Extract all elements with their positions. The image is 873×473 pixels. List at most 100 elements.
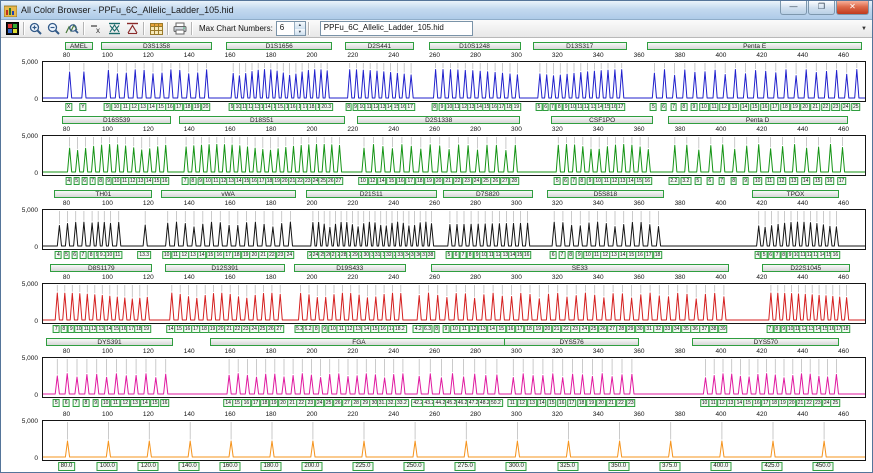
- maximize-button[interactable]: ❐: [808, 1, 835, 15]
- allele-label: 9: [321, 325, 329, 333]
- data-table-icon[interactable]: [147, 21, 165, 36]
- allele-label: 28: [616, 325, 627, 333]
- allele-label: 4: [65, 177, 72, 185]
- electropherogram-green[interactable]: [42, 135, 866, 176]
- allele-label: 15: [812, 177, 823, 185]
- file-selector-combobox[interactable]: PPFu_6C_Allelic_Ladder_105.hid: [319, 21, 473, 36]
- allele-label: 29: [625, 325, 636, 333]
- size-label: 160.0: [219, 462, 241, 471]
- x-tick-label: 320: [551, 348, 563, 355]
- x-tick-label: 440: [797, 52, 809, 59]
- allele-label: X: [64, 103, 73, 111]
- marker-label-TPOX: TPOX: [751, 190, 840, 198]
- allele-label: 7: [52, 325, 60, 333]
- marker-label-D8S1179: D8S1179: [50, 264, 153, 272]
- allele-label: 22: [616, 399, 626, 407]
- marker-label-D2S441: D2S441: [344, 42, 415, 50]
- allele-label: 17: [515, 325, 525, 333]
- x-tick-label: 160: [224, 200, 236, 207]
- x-tick-label: 340: [592, 200, 604, 207]
- allele-label: 24: [579, 325, 590, 333]
- x-tick-label: 460: [838, 348, 850, 355]
- toolbar-separator: [23, 22, 25, 35]
- allele-label: 13: [729, 103, 740, 111]
- x-tick-label: 100: [101, 126, 113, 133]
- allele-label: 8: [773, 325, 781, 333]
- x-tick-label: 380: [674, 126, 686, 133]
- allele-label: 12: [367, 177, 378, 185]
- allele-label: 15: [150, 399, 160, 407]
- x-tick-label: 420: [756, 274, 768, 281]
- x-tick-label: 100: [101, 411, 113, 418]
- allele-label: 5: [650, 103, 657, 111]
- size-label: 375.0: [659, 462, 681, 471]
- x-tick-label: 400: [715, 348, 727, 355]
- close-button[interactable]: ✕: [836, 1, 869, 15]
- allele-label: 12: [468, 325, 479, 333]
- allele-label: 12: [517, 399, 527, 407]
- x-tick-label: 200: [306, 200, 318, 207]
- allele-label: 18: [524, 325, 534, 333]
- x-tick-label: 440: [797, 274, 809, 281]
- color-channels-icon[interactable]: [3, 21, 21, 36]
- toolbar-overflow-chevron-icon[interactable]: ▼: [858, 26, 870, 32]
- electropherogram-magenta[interactable]: [42, 357, 866, 398]
- overlay-peaks-icon[interactable]: [105, 21, 123, 36]
- marker-label-D5S818: D5S818: [547, 190, 664, 198]
- chart-row-red: D8S1179 D12S391 D19S433 SE33 D22S1045 80 100 12…: [1, 263, 872, 336]
- electropherogram-orange[interactable]: [42, 420, 866, 461]
- toolbar-separator: [191, 22, 193, 35]
- marker-strip: TH01 vWA D21S11 D7S820 D5S818 TPOX: [42, 189, 866, 200]
- x-tick-label: 100: [101, 274, 113, 281]
- electropherogram-red[interactable]: [42, 283, 866, 324]
- allele-label: 8: [189, 177, 197, 185]
- marker-label-DYS576: DYS576: [504, 338, 640, 346]
- x-tick-label: 400: [715, 411, 727, 418]
- allele-label: 5: [73, 177, 80, 185]
- title-bar[interactable]: All Color Browser - PPFu_6C_Allelic_Ladd…: [1, 1, 872, 20]
- allele-label: 36: [690, 325, 700, 333]
- max-chart-numbers-spinner[interactable]: 6 ▲ ▼: [275, 21, 306, 36]
- spinner-down-icon[interactable]: ▼: [294, 28, 305, 35]
- allele-label: 6: [660, 103, 667, 111]
- allele-label: 15: [232, 399, 242, 407]
- zoom-selection-icon[interactable]: [63, 21, 81, 36]
- plot-area-blue: 5,000 0: [22, 59, 866, 103]
- x-tick-label: 320: [551, 126, 563, 133]
- allele-label: 20: [433, 177, 444, 185]
- allele-label: 50.2: [489, 399, 503, 407]
- x-axis-ticks: 80 100 120 140 160 180 200 220 240 260 280 300 320 34…: [42, 348, 866, 357]
- remove-baseline-icon[interactable]: x: [87, 21, 105, 36]
- x-tick-label: 120: [142, 52, 154, 59]
- y-axis-zero-label: 0: [34, 392, 38, 399]
- x-tick-label: 300: [510, 348, 522, 355]
- allele-label: 23: [830, 103, 841, 111]
- average-peaks-icon[interactable]: [123, 21, 141, 36]
- allele-label: 26: [333, 399, 343, 407]
- toolbar-separator: [83, 22, 85, 35]
- size-label: 400.0: [710, 462, 732, 471]
- zoom-in-icon[interactable]: [27, 21, 45, 36]
- minimize-button[interactable]: —: [780, 1, 807, 15]
- x-tick-label: 340: [592, 52, 604, 59]
- allele-label: 7: [89, 177, 96, 185]
- x-tick-label: 180: [265, 200, 277, 207]
- electropherogram-black[interactable]: [42, 209, 866, 250]
- allele-label: 20: [542, 325, 553, 333]
- allele-label: 11: [764, 177, 775, 185]
- allele-label: 35: [681, 325, 691, 333]
- allele-label: 7: [549, 103, 556, 111]
- x-tick-label: 160: [224, 274, 236, 281]
- x-tick-label: 360: [633, 126, 645, 133]
- print-icon[interactable]: [171, 21, 189, 36]
- allele-label: 20.3: [319, 103, 334, 111]
- allele-label: 13: [527, 399, 537, 407]
- size-label: 200.0: [301, 462, 323, 471]
- zoom-out-icon[interactable]: [45, 21, 63, 36]
- allele-label: 16: [759, 103, 770, 111]
- electropherogram-blue[interactable]: [42, 61, 866, 102]
- y-axis-zero-label: 0: [34, 455, 38, 462]
- allele-label: 7: [570, 177, 577, 185]
- allele-label: 21: [810, 103, 821, 111]
- allele-label: 19: [533, 325, 544, 333]
